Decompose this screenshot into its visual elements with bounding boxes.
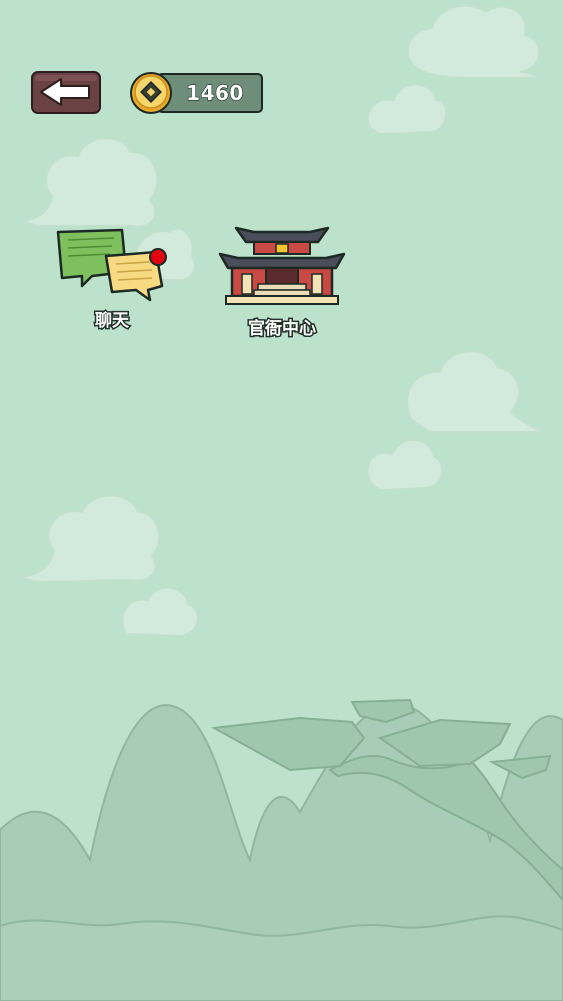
scenery-background (0, 4, 563, 1001)
red-dot-icon (149, 248, 167, 266)
chat-bubbles-icon (56, 228, 167, 302)
coin-amount: 1460 (186, 80, 244, 105)
cloud-icon (121, 586, 199, 638)
chat-button[interactable]: 聊天 (52, 224, 172, 334)
cloud-icon (406, 4, 543, 79)
cloud-icon (19, 494, 161, 584)
cloud-icon (406, 350, 543, 433)
cloud-icon (21, 137, 159, 228)
government-building-icon (218, 226, 346, 305)
office-center-button[interactable]: 官衙中心 (214, 218, 350, 341)
cloud-icon (367, 83, 447, 136)
back-button[interactable] (31, 71, 101, 114)
coin-icon (130, 72, 172, 114)
office-center-label: 官衙中心 (247, 318, 318, 341)
chat-label: 聊天 (94, 310, 131, 333)
arrow-left-icon (31, 71, 101, 114)
cloud-icon (366, 439, 444, 492)
